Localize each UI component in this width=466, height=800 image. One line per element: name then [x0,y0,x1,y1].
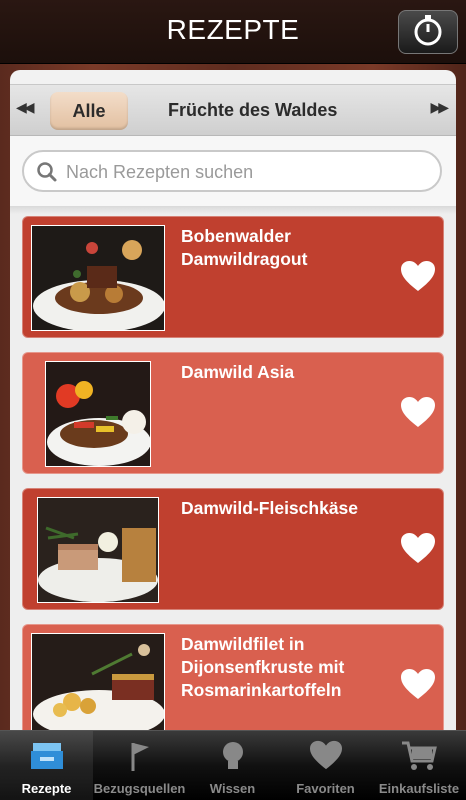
search-input[interactable]: Nach Rezepten suchen [22,150,442,192]
recipe-thumbnail [31,633,165,730]
tab-einkaufsliste[interactable]: Einkaufsliste [372,731,466,800]
lightbulb-icon [218,739,248,778]
recipe-box-icon [29,739,65,778]
heart-icon[interactable] [399,259,437,298]
recipe-thumbnail [31,225,165,331]
recipe-card[interactable]: Damwildfilet in Dijonsenfkruste mit Rosm… [22,624,444,730]
tab-label: Favoriten [296,781,355,796]
heart-icon[interactable] [399,667,437,706]
flag-icon [125,739,155,778]
double-right-arrow-icon[interactable]: ▶▶ [430,99,448,116]
category-filter-bar: ◀◀ Alle Früchte des Waldes ▶▶ [10,84,456,136]
tab-wissen[interactable]: Wissen [186,731,279,800]
recipe-card[interactable]: Damwild-Fleischkäse [22,488,444,610]
recipe-title: Damwild Asia [181,362,295,382]
recipe-card[interactable]: Bobenwalder Damwildragout [22,216,444,338]
stopwatch-icon [411,13,445,52]
tab-label: Wissen [209,781,256,796]
tab-bar: Rezepte Bezugsquellen Wissen Favoriten E… [0,730,466,800]
timer-button[interactable] [398,10,458,54]
recipe-panel: ◀◀ Alle Früchte des Waldes ▶▶ Nach Rezep… [10,70,456,730]
tab-label: Einkaufsliste [378,781,460,796]
tab-rezepte[interactable]: Rezepte [0,731,93,800]
tab-bezugsquellen[interactable]: Bezugsquellen [93,731,186,800]
search-icon [36,161,58,188]
recipe-thumbnail [45,361,151,467]
filter-category-label[interactable]: Früchte des Waldes [168,100,337,121]
double-left-arrow-icon[interactable]: ◀◀ [16,99,34,116]
heart-icon[interactable] [399,395,437,434]
recipe-title: Damwildfilet in Dijonsenfkruste mit Rosm… [181,634,345,700]
shopping-cart-icon [400,739,438,778]
recipe-title: Damwild-Fleischkäse [181,498,359,518]
search-placeholder: Nach Rezepten suchen [66,162,254,182]
tab-label: Rezepte [21,781,72,796]
heart-icon[interactable] [399,531,437,570]
tab-label: Bezugsquellen [93,781,186,796]
recipe-list: Bobenwalder Damwildragout Damwild Asia D… [10,206,456,730]
recipe-card[interactable]: Damwild Asia [22,352,444,474]
recipe-title: Bobenwalder Damwildragout [181,226,308,269]
filter-chip-all[interactable]: Alle [50,92,128,130]
search-bar: Nach Rezepten suchen [10,136,456,206]
page-title: REZEPTE [166,14,300,45]
navigation-bar: REZEPTE [0,0,466,64]
tab-favoriten[interactable]: Favoriten [279,731,372,800]
heart-icon [308,739,344,776]
recipe-thumbnail [37,497,159,603]
